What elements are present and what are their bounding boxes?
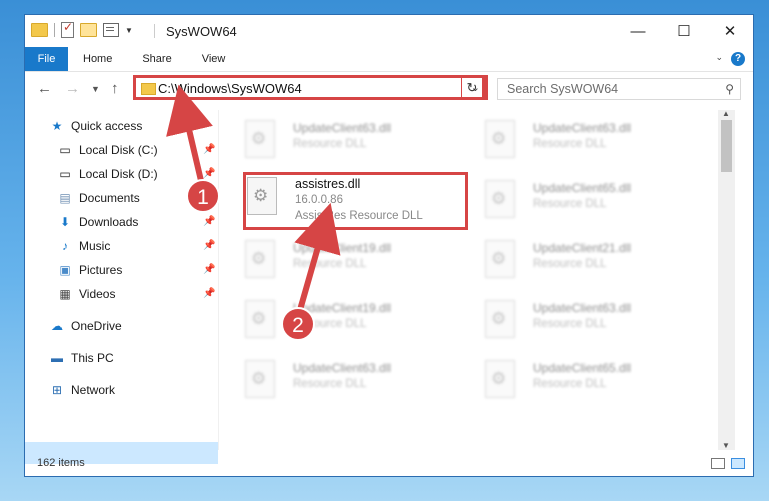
annotation-arrows xyxy=(166,84,341,311)
arrow-to-file xyxy=(294,202,341,311)
step-2-badge: 2 xyxy=(281,307,315,341)
step-1-badge: 1 xyxy=(186,179,220,213)
arrow-to-address-bar xyxy=(166,84,213,186)
